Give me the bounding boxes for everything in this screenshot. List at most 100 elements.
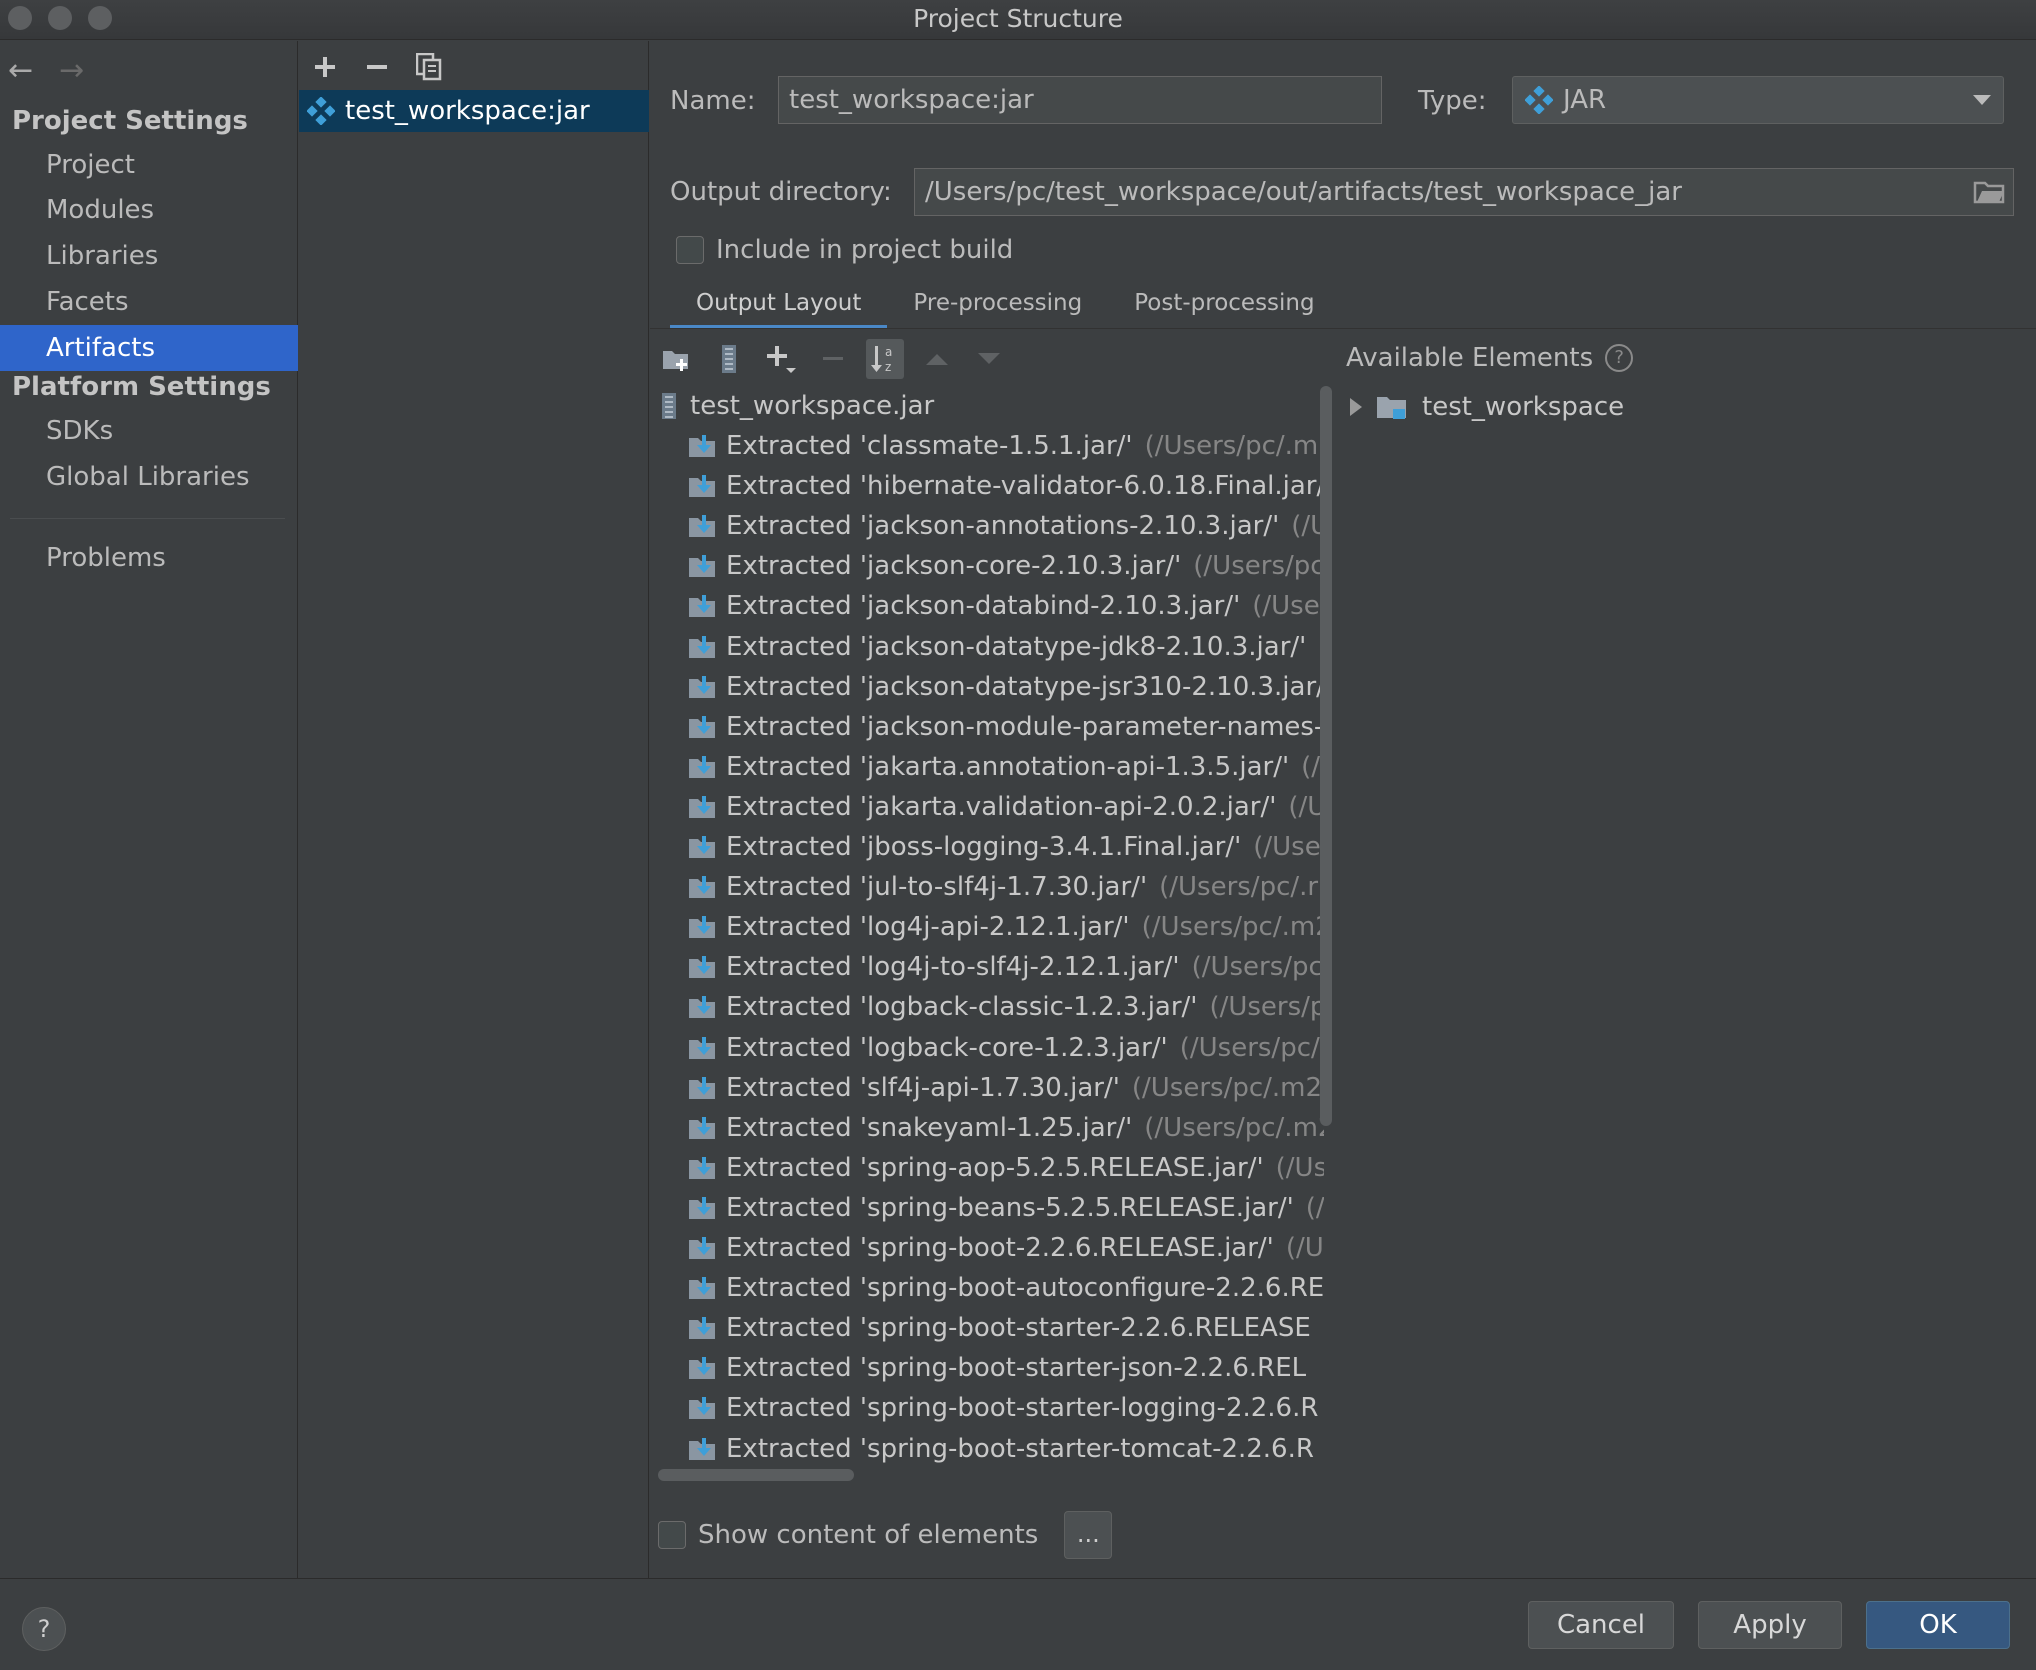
tree-row[interactable]: Extracted 'classmate-1.5.1.jar/' (/Users/… xyxy=(688,426,1324,466)
output-directory-label: Output directory: xyxy=(670,177,892,207)
output-directory-field[interactable]: /Users/pc/test_workspace/out/artifacts/t… xyxy=(914,168,2014,216)
type-value: JAR xyxy=(1563,85,1607,115)
move-down-icon[interactable] xyxy=(970,339,1008,379)
available-element-item[interactable]: test_workspace xyxy=(1350,385,1624,429)
extracted-archive-icon xyxy=(688,1235,716,1261)
type-dropdown[interactable]: JAR xyxy=(1512,76,2004,124)
extracted-archive-icon xyxy=(688,1075,716,1101)
tree-row[interactable]: Extracted 'snakeyaml-1.25.jar/' (/Users/p… xyxy=(688,1108,1324,1148)
extracted-archive-icon xyxy=(688,914,716,940)
tree-row[interactable]: Extracted 'jakarta.annotation-api-1.3.5.… xyxy=(688,747,1324,787)
tree-row[interactable]: Extracted 'log4j-to-slf4j-2.12.1.jar/' (/… xyxy=(688,947,1324,987)
tree-row[interactable]: Extracted 'spring-boot-2.2.6.RELEASE.jar… xyxy=(688,1228,1324,1268)
tree-row-path: (/Users/pc/.m2 xyxy=(1141,912,1324,943)
tree-row[interactable]: Extracted 'jackson-datatype-jdk8-2.10.3.… xyxy=(688,627,1324,667)
add-element-icon[interactable] xyxy=(762,339,800,379)
expand-arrow-icon[interactable] xyxy=(1350,398,1362,416)
extracted-archive-icon xyxy=(688,634,716,660)
extracted-archive-icon xyxy=(688,994,716,1020)
horizontal-scrollbar[interactable] xyxy=(658,1469,854,1481)
nav-divider xyxy=(10,518,285,519)
tree-row[interactable]: Extracted 'jul-to-slf4j-1.7.30.jar/' (/Us… xyxy=(688,867,1324,907)
show-content-checkbox[interactable] xyxy=(658,1521,686,1549)
platform-settings-header: Platform Settings xyxy=(12,372,271,402)
move-up-icon[interactable] xyxy=(918,339,956,379)
nav-item-global-libraries[interactable]: Global Libraries xyxy=(0,454,298,500)
ok-button[interactable]: OK xyxy=(1866,1601,2010,1649)
title-bar: Project Structure xyxy=(0,0,2036,40)
copy-icon[interactable] xyxy=(413,51,445,83)
tree-row-name: Extracted 'jboss-logging-3.4.1.Final.jar… xyxy=(726,832,1242,862)
nav-item-facets[interactable]: Facets xyxy=(0,279,298,325)
tree-row[interactable]: Extracted 'jackson-core-2.10.3.jar/' (/Us… xyxy=(688,546,1324,586)
jar-icon[interactable] xyxy=(710,339,748,379)
tree-row[interactable]: Extracted 'jackson-module-parameter-name… xyxy=(688,707,1324,747)
name-field[interactable]: test_workspace:jar xyxy=(778,76,1382,124)
include-in-build-checkbox[interactable] xyxy=(676,236,704,264)
nav-item-problems[interactable]: Problems xyxy=(0,535,298,581)
cancel-button[interactable]: Cancel xyxy=(1528,1601,1674,1649)
tree-row-name: Extracted 'log4j-to-slf4j-2.12.1.jar/' xyxy=(726,952,1180,983)
tree-row-name: Extracted 'spring-boot-2.2.6.RELEASE.jar… xyxy=(726,1233,1274,1263)
tree-row[interactable]: Extracted 'spring-beans-5.2.5.RELEASE.ja… xyxy=(688,1188,1324,1228)
output-layout-tree: test_workspace.jar Extracted 'classmate-… xyxy=(652,386,1324,1526)
tree-row[interactable]: Extracted 'logback-core-1.2.3.jar/' (/Use… xyxy=(688,1028,1324,1068)
tree-row[interactable]: Extracted 'log4j-api-2.12.1.jar/' (/Users… xyxy=(688,907,1324,947)
svg-text:z: z xyxy=(885,360,891,374)
nav-item-artifacts[interactable]: Artifacts xyxy=(0,325,298,371)
dialog-footer: ? Cancel Apply OK xyxy=(0,1578,2036,1670)
vertical-scrollbar[interactable] xyxy=(1320,386,1332,1126)
extracted-archive-icon xyxy=(688,674,716,700)
tree-row[interactable]: Extracted 'spring-boot-starter-json-2.2.… xyxy=(688,1348,1324,1388)
tree-row[interactable]: Extracted 'jboss-logging-3.4.1.Final.jar… xyxy=(688,827,1324,867)
extracted-archive-icon xyxy=(688,834,716,860)
extracted-archive-icon xyxy=(688,433,716,459)
tree-root[interactable]: test_workspace.jar xyxy=(660,386,1320,426)
type-label: Type: xyxy=(1418,86,1487,116)
minus-icon[interactable] xyxy=(814,339,852,379)
tree-row[interactable]: Extracted 'jackson-annotations-2.10.3.ja… xyxy=(688,506,1324,546)
tree-row[interactable]: Extracted 'spring-boot-autoconfigure-2.2… xyxy=(688,1268,1324,1308)
tab-pre-processing[interactable]: Pre-processing xyxy=(887,281,1108,329)
tab-output-layout[interactable]: Output Layout xyxy=(670,281,888,329)
artifact-item[interactable]: test_workspace:jar xyxy=(299,90,649,132)
tree-row-name: Extracted 'jackson-core-2.10.3.jar/' xyxy=(726,551,1182,582)
minus-icon[interactable] xyxy=(361,51,393,83)
help-button[interactable]: ? xyxy=(22,1607,66,1651)
new-folder-icon[interactable] xyxy=(658,339,696,379)
project-structure-window: Project Structure ← → Project Settings P… xyxy=(0,0,2036,1670)
tree-row[interactable]: Extracted 'jackson-databind-2.10.3.jar/'… xyxy=(688,586,1324,626)
tree-row[interactable]: Extracted 'logback-classic-1.2.3.jar/' (/… xyxy=(688,987,1324,1027)
folder-browse-icon[interactable] xyxy=(1973,177,2005,205)
tree-row[interactable]: Extracted 'jakarta.validation-api-2.0.2.… xyxy=(688,787,1324,827)
tree-row[interactable]: Extracted 'spring-aop-5.2.5.RELEASE.jar/… xyxy=(688,1148,1324,1188)
arrow-right-icon[interactable]: → xyxy=(59,51,84,91)
artifacts-list-panel: test_workspace:jar xyxy=(299,41,649,1578)
tree-row[interactable]: Extracted 'hibernate-validator-6.0.18.Fi… xyxy=(688,466,1324,506)
more-options-button[interactable]: ... xyxy=(1064,1511,1113,1559)
nav-item-modules[interactable]: Modules xyxy=(0,187,298,233)
jar-icon xyxy=(660,392,678,420)
tree-row[interactable]: Extracted 'slf4j-api-1.7.30.jar/' (/Users… xyxy=(688,1068,1324,1108)
help-icon[interactable]: ? xyxy=(1605,344,1634,372)
tree-row[interactable]: Extracted 'jackson-datatype-jsr310-2.10.… xyxy=(688,667,1324,707)
tree-row[interactable]: Extracted 'spring-boot-starter-tomcat-2.… xyxy=(688,1429,1324,1469)
layout-tabs: Output Layout Pre-processing Post-proces… xyxy=(670,281,1341,329)
plus-icon[interactable] xyxy=(309,51,341,83)
arrow-left-icon[interactable]: ← xyxy=(8,51,33,91)
nav-item-libraries[interactable]: Libraries xyxy=(0,233,298,279)
tab-post-processing[interactable]: Post-processing xyxy=(1108,281,1340,329)
tree-row[interactable]: Extracted 'spring-boot-starter-2.2.6.REL… xyxy=(688,1308,1324,1348)
sort-icon[interactable]: az xyxy=(866,339,904,379)
tree-row[interactable]: Extracted 'spring-boot-starter-logging-2… xyxy=(688,1388,1324,1428)
output-layout-toolbar: az xyxy=(658,335,1008,383)
tree-row-path: (/Users/pc/.r xyxy=(1159,872,1319,903)
tree-row-name: Extracted 'logback-core-1.2.3.jar/' xyxy=(726,1032,1168,1063)
available-element-label: test_workspace xyxy=(1422,392,1625,422)
nav-history: ← → xyxy=(8,51,84,91)
tree-row-name: Extracted 'classmate-1.5.1.jar/' xyxy=(726,431,1133,461)
apply-button[interactable]: Apply xyxy=(1698,1601,1842,1649)
nav-item-project[interactable]: Project xyxy=(0,142,298,188)
nav-item-sdks[interactable]: SDKs xyxy=(0,408,298,454)
tree-row-name: Extracted 'jackson-datatype-jdk8-2.10.3.… xyxy=(726,631,1307,662)
